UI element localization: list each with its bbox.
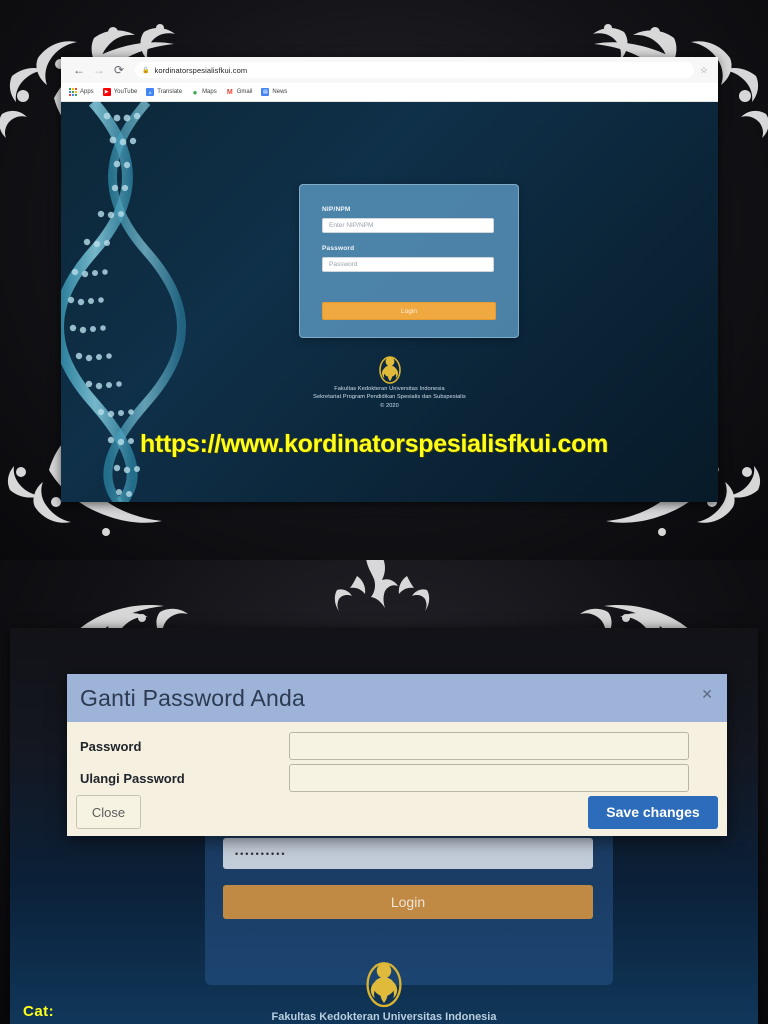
universitas-indonesia-makara-logo	[378, 356, 401, 384]
slide-top: ← → ⟳ 🔒 kordinatorspesialisfkui.com ☆ Ap…	[0, 0, 768, 560]
bookmark-translate[interactable]: A Translate	[146, 88, 182, 96]
bookmark-news[interactable]: ▤ News	[261, 88, 287, 96]
bookmark-label: Translate	[157, 89, 183, 95]
bookmark-label: News	[272, 89, 288, 95]
modal-password-input[interactable]	[289, 732, 689, 760]
reload-icon[interactable]: ⟳	[109, 60, 129, 80]
apps-grid-icon	[69, 88, 77, 96]
nip-label: NIP/NPM	[322, 206, 351, 213]
screenshot-footer-line: Fakultas Kedokteran Universitas Indonesi…	[271, 1011, 497, 1023]
bookmark-youtube[interactable]: ▶ YouTube	[102, 88, 138, 96]
modal-footer: Close Save changes	[67, 788, 727, 836]
modal-repeat-password-label: Ulangi Password	[80, 770, 185, 786]
background-login-button[interactable]: Login	[223, 885, 593, 919]
close-x-icon[interactable]: ✕	[701, 686, 713, 703]
bookmark-label: Gmail	[236, 89, 253, 95]
back-arrow-icon[interactable]: ←	[69, 60, 89, 80]
gmail-icon: M	[226, 88, 233, 96]
change-password-modal: Ganti Password Anda ✕ Password Ulangi Pa…	[67, 674, 727, 836]
footer-line-1: Fakultas Kedokteran Universitas Indonesi…	[334, 386, 445, 392]
footer-copyright: © 2020	[380, 403, 399, 409]
bookmark-apps[interactable]: Apps	[69, 88, 94, 96]
save-changes-label: Save changes	[606, 804, 700, 820]
modal-password-label: Password	[80, 738, 142, 754]
bookmark-label: Maps	[202, 89, 217, 95]
nip-input[interactable]: Enter NIP/NPM	[322, 218, 494, 233]
translate-icon: A	[146, 88, 155, 96]
slide-bottom: •••••••••• Login Fakultas Kedokteran Uni…	[0, 560, 768, 1024]
url-overlay-text: https://www.kordinatorspesialisfkui.com	[140, 430, 609, 458]
address-bar[interactable]: 🔒 kordinatorspesialisfkui.com	[135, 62, 694, 78]
nip-placeholder: Enter NIP/NPM	[329, 222, 374, 229]
universitas-indonesia-makara-logo	[366, 962, 402, 1008]
modal-header: Ganti Password Anda ✕	[67, 674, 727, 722]
login-button-label: Login	[401, 307, 417, 315]
page-footer: Fakultas Kedokteran Universitas Indonesi…	[61, 354, 718, 409]
footer-line-2: Sekretariat Program Pendidikan Spesialis…	[313, 394, 466, 400]
youtube-icon: ▶	[102, 88, 111, 96]
bookmark-maps[interactable]: ● Maps	[191, 87, 217, 97]
modal-body: Password Ulangi Password	[67, 722, 727, 794]
background-password-value: ••••••••••	[235, 848, 287, 859]
bookmark-gmail[interactable]: M Gmail	[226, 88, 253, 96]
lock-icon: 🔒	[142, 67, 150, 74]
close-button-label: Close	[91, 804, 126, 820]
news-icon: ▤	[261, 88, 270, 96]
screenshot-panel: •••••••••• Login Fakultas Kedokteran Uni…	[10, 628, 758, 1024]
bookmark-star-icon[interactable]: ☆	[700, 65, 708, 76]
modal-row-password: Password	[67, 730, 727, 762]
background-password-input[interactable]: ••••••••••	[223, 838, 593, 869]
background-login-label: Login	[390, 894, 426, 910]
login-button[interactable]: Login	[322, 302, 496, 320]
bookmark-label: YouTube	[113, 89, 138, 95]
bookmarks-bar: Apps ▶ YouTube A Translate ● Maps M Gmai…	[61, 83, 718, 102]
password-label: Password	[322, 245, 355, 252]
bookmark-label: Apps	[80, 89, 94, 95]
forward-arrow-icon[interactable]: →	[89, 60, 109, 80]
ornament-bottom-slide-center	[307, 560, 457, 616]
close-button[interactable]: Close	[76, 795, 141, 829]
omnibar-row: ← → ⟳ 🔒 kordinatorspesialisfkui.com ☆	[61, 57, 718, 83]
password-input[interactable]: Password	[322, 257, 494, 272]
note-label: Cat:	[23, 1003, 55, 1020]
save-changes-button[interactable]: Save changes	[588, 795, 718, 829]
login-card: NIP/NPM Enter NIP/NPM Password Password …	[299, 184, 519, 338]
maps-pin-icon: ●	[192, 87, 198, 97]
modal-title: Ganti Password Anda	[80, 684, 305, 711]
screenshot-footer: Fakultas Kedokteran Universitas Indonesi…	[10, 958, 758, 1023]
password-placeholder: Password	[329, 261, 358, 268]
address-bar-text: kordinatorspesialisfkui.com	[154, 65, 248, 75]
